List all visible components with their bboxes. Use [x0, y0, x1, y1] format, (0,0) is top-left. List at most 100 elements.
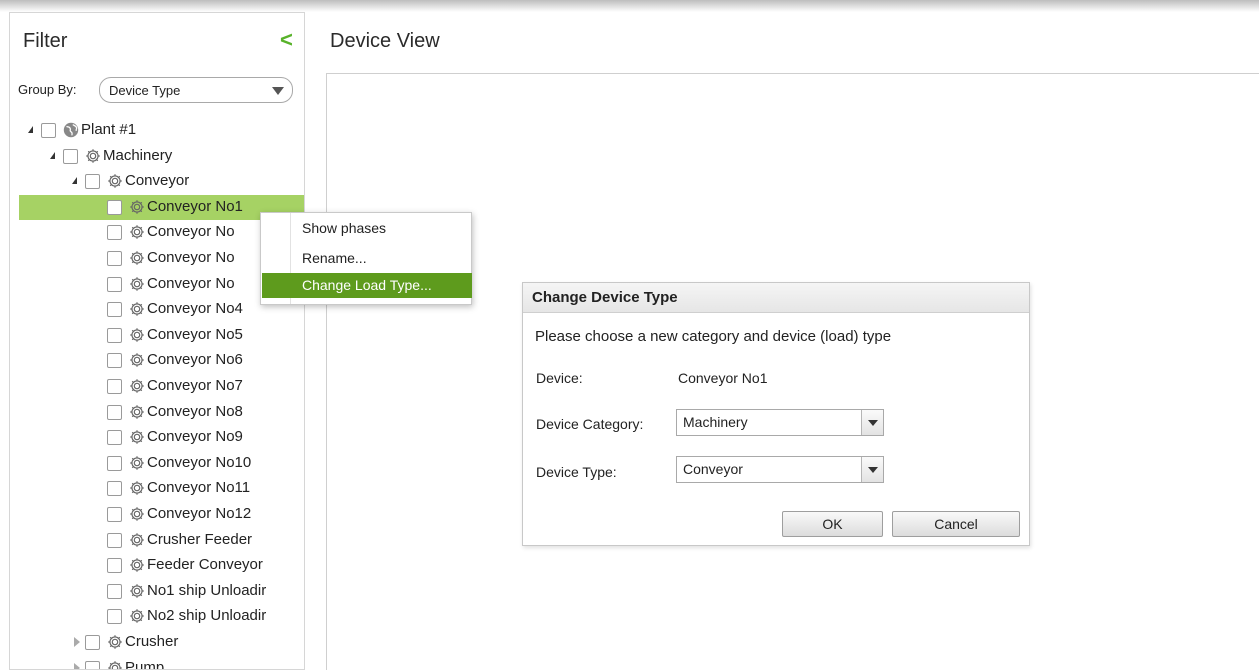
- gear-icon: [128, 300, 146, 318]
- tree-node[interactable]: Conveyor No6: [10, 348, 304, 373]
- collapsed-arrow-icon[interactable]: [74, 637, 80, 647]
- gear-icon: [84, 147, 102, 165]
- gear-icon: [128, 556, 146, 574]
- group-by-select[interactable]: Device Type: [99, 77, 293, 103]
- tree-node-checkbox[interactable]: [107, 276, 122, 292]
- menu-item-show-phases[interactable]: Show phases: [262, 216, 472, 241]
- filter-panel: Filter < Group By: Device Type Plant #1 M…: [9, 12, 305, 670]
- tree-node-checkbox[interactable]: [107, 609, 122, 625]
- context-menu: Show phases Rename... Change Load Type..…: [260, 212, 472, 305]
- device-category-select[interactable]: Machinery: [676, 409, 884, 436]
- tree-node-checkbox[interactable]: [107, 225, 122, 241]
- tree-node-checkbox[interactable]: [107, 455, 122, 471]
- gear-icon: [128, 403, 146, 421]
- tree-node[interactable]: Conveyor No8: [10, 400, 304, 425]
- tree-node-label: Conveyor No5: [147, 325, 243, 343]
- tree-node-label: Feeder Conveyor: [147, 556, 263, 574]
- expand-arrow-icon[interactable]: [28, 126, 33, 133]
- gear-icon: [128, 351, 146, 369]
- globe-icon: [62, 121, 80, 139]
- tree-node-checkbox[interactable]: [107, 353, 122, 369]
- tree-node-label: Conveyor No12: [147, 505, 252, 522]
- tree-node[interactable]: Crusher Feeder: [10, 528, 304, 553]
- collapse-panel-button[interactable]: <: [280, 27, 293, 53]
- tree-node[interactable]: Conveyor No9: [10, 425, 304, 450]
- tree-node-label: Conveyor No: [147, 223, 235, 241]
- device-type-select[interactable]: Conveyor: [676, 456, 884, 483]
- tree-node[interactable]: Conveyor No5: [10, 323, 304, 348]
- menu-item-rename[interactable]: Rename...: [262, 246, 472, 271]
- gear-icon: [106, 633, 124, 651]
- tree-node-checkbox[interactable]: [107, 532, 122, 548]
- tree-node[interactable]: Feeder Conveyor: [10, 553, 304, 578]
- gear-icon: [128, 607, 146, 625]
- tree-node-label: Conveyor No8: [147, 402, 243, 420]
- tree-node-checkbox[interactable]: [85, 660, 100, 669]
- tree-node[interactable]: Machinery: [10, 144, 304, 169]
- device-label: Device:: [536, 370, 583, 386]
- tree-node-checkbox[interactable]: [107, 583, 122, 599]
- device-type-value: Conveyor: [683, 461, 743, 477]
- device-category-value: Machinery: [683, 414, 748, 430]
- chevron-down-icon: [272, 87, 284, 95]
- device-category-label: Device Category:: [536, 416, 644, 432]
- tree-node[interactable]: Conveyor No11: [10, 476, 304, 501]
- group-by-value: Device Type: [109, 83, 181, 98]
- tree-node[interactable]: Conveyor No12: [10, 502, 304, 527]
- tree-node-checkbox[interactable]: [41, 123, 56, 138]
- chevron-down-icon[interactable]: [861, 457, 883, 482]
- tree-node-checkbox[interactable]: [85, 635, 100, 650]
- expand-arrow-icon[interactable]: [72, 177, 77, 185]
- tree-node-checkbox[interactable]: [107, 430, 122, 446]
- menu-item-change-load-type[interactable]: Change Load Type...: [262, 273, 472, 298]
- gear-icon: [106, 659, 124, 669]
- tree-node-label: Conveyor No: [147, 249, 235, 266]
- device-value: Conveyor No1: [678, 370, 768, 386]
- tree-node[interactable]: Plant #1: [10, 118, 304, 143]
- tree-node-label: No1 ship Unloadir: [147, 581, 267, 599]
- tree-node-label: Conveyor No1: [147, 197, 243, 215]
- ok-button[interactable]: OK: [782, 511, 883, 537]
- tree-node-label: Crusher Feeder: [147, 530, 253, 548]
- tree-node-checkbox[interactable]: [85, 174, 100, 190]
- tree-node-label: Conveyor No7: [147, 377, 243, 394]
- cancel-button[interactable]: Cancel: [892, 511, 1020, 537]
- tree-node-checkbox[interactable]: [107, 558, 122, 574]
- tree-node[interactable]: No2 ship Unloadir: [10, 604, 304, 629]
- tree-node[interactable]: Conveyor: [10, 169, 304, 194]
- collapsed-arrow-icon[interactable]: [74, 662, 80, 669]
- tree-node-label: Conveyor No4: [147, 300, 243, 318]
- tree-node-checkbox[interactable]: [107, 379, 122, 394]
- tree-node-checkbox[interactable]: [107, 251, 122, 266]
- gear-icon: [128, 198, 146, 216]
- gear-icon: [128, 505, 146, 523]
- tree-node-checkbox[interactable]: [107, 199, 122, 215]
- gear-icon: [128, 531, 146, 549]
- tree-node[interactable]: No1 ship Unloadir: [10, 579, 304, 604]
- tree-node-label: Plant #1: [81, 121, 137, 138]
- dialog-message: Please choose a new category and device …: [535, 328, 892, 345]
- gear-icon: [128, 223, 146, 241]
- gear-icon: [128, 377, 146, 395]
- tree-node-label: Machinery: [103, 146, 173, 164]
- tree-node-checkbox[interactable]: [107, 327, 122, 343]
- change-device-type-dialog: Change Device Type Please choose a new c…: [522, 282, 1030, 546]
- gear-icon: [128, 428, 146, 446]
- tree-node-checkbox[interactable]: [107, 302, 122, 318]
- tree-node-checkbox[interactable]: [107, 404, 122, 420]
- filter-title: Filter: [23, 30, 68, 52]
- gear-icon: [128, 249, 146, 267]
- tree-node-checkbox[interactable]: [107, 481, 122, 497]
- expand-arrow-icon[interactable]: [50, 151, 55, 159]
- tree-node[interactable]: Pump: [10, 656, 304, 669]
- tree-node-checkbox[interactable]: [107, 507, 122, 522]
- tree-node-label: No2 ship Unloadir: [147, 607, 267, 625]
- tree-node-label: Crusher: [125, 633, 179, 650]
- tree-node-checkbox[interactable]: [63, 148, 78, 164]
- tree-node[interactable]: Conveyor No10: [10, 451, 304, 476]
- tree-node[interactable]: Crusher: [10, 630, 304, 655]
- gear-icon: [128, 479, 146, 497]
- chevron-down-icon[interactable]: [861, 410, 883, 435]
- gear-icon: [106, 172, 124, 190]
- tree-node[interactable]: Conveyor No7: [10, 374, 304, 399]
